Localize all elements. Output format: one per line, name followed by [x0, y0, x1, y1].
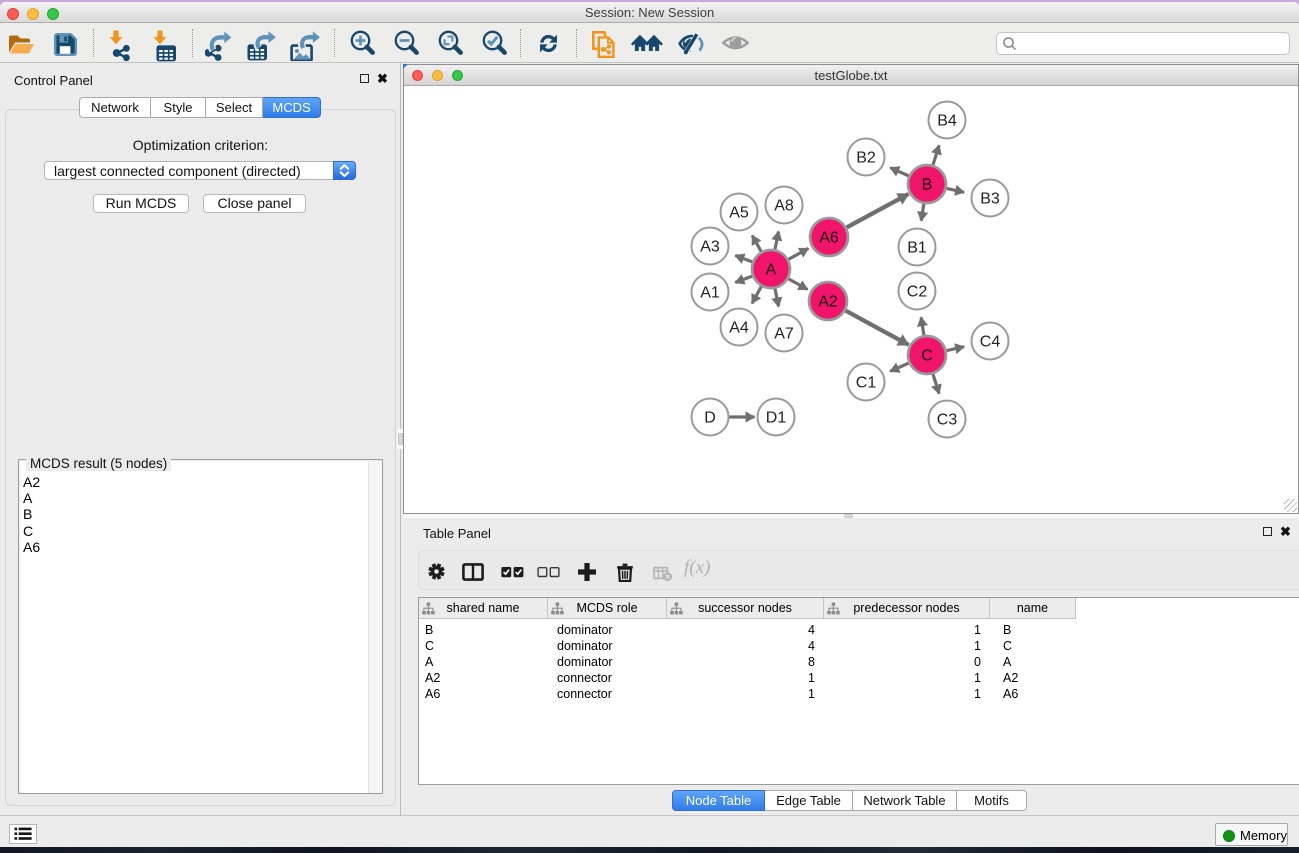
svg-text:B4: B4 — [937, 113, 957, 130]
svg-text:B2: B2 — [856, 150, 876, 167]
svg-text:A5: A5 — [729, 205, 749, 222]
svg-text:A3: A3 — [700, 239, 720, 256]
svg-text:D1: D1 — [766, 410, 787, 427]
svg-text:B1: B1 — [907, 240, 927, 257]
svg-text:A2: A2 — [818, 294, 838, 311]
svg-text:D: D — [704, 410, 716, 427]
svg-text:A1: A1 — [700, 285, 720, 302]
svg-text:B: B — [922, 177, 933, 194]
svg-text:B3: B3 — [980, 191, 1000, 208]
svg-text:A8: A8 — [774, 198, 794, 215]
svg-text:A: A — [766, 262, 777, 279]
svg-text:C4: C4 — [980, 334, 1001, 351]
svg-text:C3: C3 — [937, 412, 958, 429]
svg-text:C1: C1 — [856, 375, 877, 392]
svg-text:A7: A7 — [774, 326, 794, 343]
svg-text:A6: A6 — [819, 230, 839, 247]
svg-text:C2: C2 — [907, 284, 928, 301]
svg-text:C: C — [921, 348, 933, 365]
svg-text:A4: A4 — [729, 320, 749, 337]
